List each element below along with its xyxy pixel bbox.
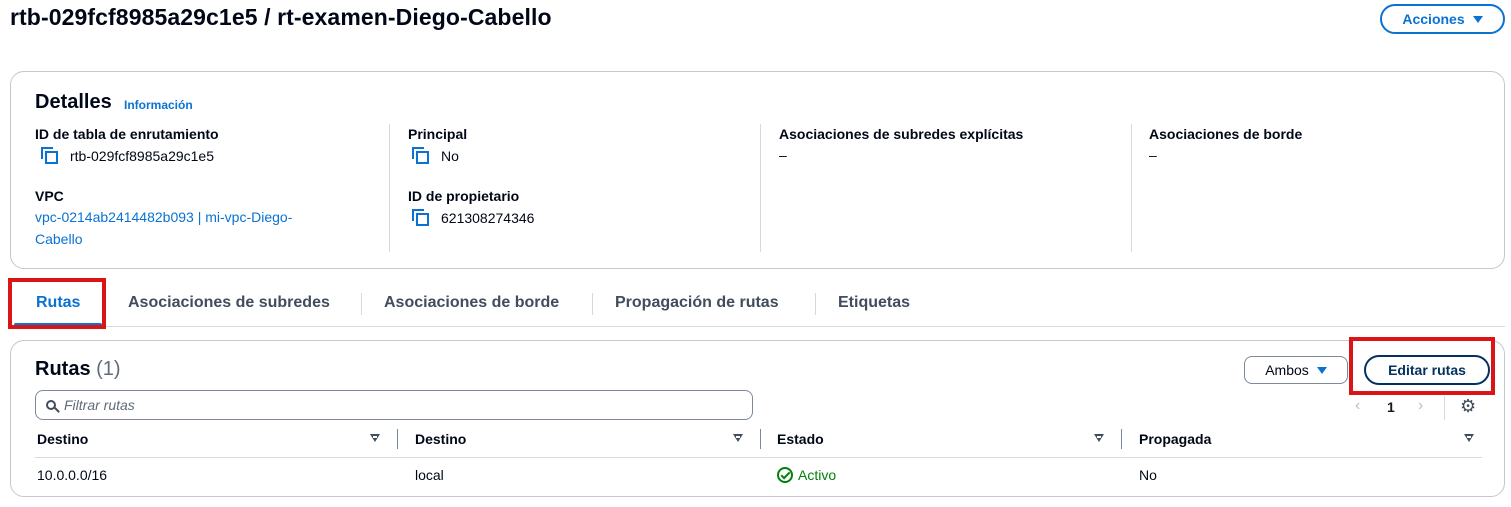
column-header-status[interactable]: Estado: [777, 431, 824, 447]
route-table-id-label: ID de tabla de enrutamiento: [35, 126, 219, 142]
actions-button-label: Acciones: [1402, 11, 1465, 27]
next-page-button[interactable]: ›: [1418, 397, 1423, 415]
owner-id-value: 621308274346: [412, 209, 534, 226]
cell-propagated: No: [1139, 467, 1157, 483]
route-table-id-text: rtb-029fcf8985a29c1e5: [70, 147, 214, 164]
gear-icon[interactable]: ⚙: [1460, 396, 1476, 417]
owner-id-text: 621308274346: [441, 209, 535, 226]
column-divider: [397, 429, 398, 449]
highlight-box-routes-tab: [8, 278, 106, 329]
main-label: Principal: [408, 126, 468, 142]
search-input[interactable]: Filtrar rutas: [35, 390, 753, 420]
copy-icon[interactable]: [412, 147, 429, 164]
routes-count: (1): [96, 358, 121, 380]
column-header-propagated[interactable]: Propagada: [1139, 431, 1211, 447]
column-header-target[interactable]: Destino: [415, 431, 466, 447]
main-text: No: [441, 147, 459, 164]
explicit-subnet-assoc-value: –: [779, 147, 787, 163]
vpc-link-line2: Cabello: [35, 231, 83, 247]
owner-id-label: ID de propietario: [408, 188, 520, 204]
vpc-label: VPC: [35, 188, 64, 204]
prev-page-button[interactable]: ‹: [1355, 397, 1360, 415]
tab-edge-associations[interactable]: Asociaciones de borde: [384, 280, 559, 326]
routes-title-text: Rutas: [35, 358, 91, 380]
tab-route-propagation[interactable]: Propagación de rutas: [615, 280, 779, 326]
tab-tags-label: Etiquetas: [838, 294, 911, 311]
tab-route-propagation-label: Propagación de rutas: [615, 294, 779, 311]
column-divider: [1131, 124, 1132, 252]
actions-button[interactable]: Acciones: [1380, 4, 1505, 34]
tab-divider: [815, 293, 816, 315]
route-table-id-value: rtb-029fcf8985a29c1e5: [41, 147, 214, 164]
column-divider: [760, 429, 761, 449]
page-number[interactable]: 1: [1387, 399, 1395, 415]
sort-caret-icon[interactable]: [1464, 434, 1474, 442]
tab-bar: Rutas Asociaciones de subredes Asociacio…: [10, 280, 1505, 327]
edge-assoc-value: –: [1149, 147, 1157, 163]
column-divider: [389, 124, 390, 252]
chevron-down-icon: [1316, 366, 1327, 374]
sort-caret-icon[interactable]: [370, 434, 380, 442]
column-divider: [1121, 429, 1122, 449]
pager-divider: [1444, 396, 1445, 420]
search-placeholder: Filtrar rutas: [64, 397, 135, 413]
routes-title: Rutas (1): [35, 358, 121, 381]
copy-icon[interactable]: [412, 209, 429, 226]
page-title: rtb-029fcf8985a29c1e5 / rt-examen-Diego-…: [10, 4, 552, 30]
column-divider: [760, 124, 761, 252]
tab-divider: [592, 293, 593, 315]
cell-target: local: [415, 467, 444, 483]
sort-caret-icon[interactable]: [733, 434, 743, 442]
tab-edge-associations-label: Asociaciones de borde: [384, 294, 560, 311]
explicit-subnet-assoc-label: Asociaciones de subredes explícitas: [779, 126, 1024, 142]
check-circle-icon: [777, 467, 793, 483]
copy-icon[interactable]: [41, 147, 58, 164]
tab-divider: [361, 293, 362, 315]
cell-destination: 10.0.0.0/16: [37, 467, 108, 483]
tab-subnet-associations-label: Asociaciones de subredes: [128, 294, 330, 311]
routes-panel: Rutas (1) Ambos Editar rutas Filtrar rut…: [10, 340, 1505, 497]
details-title: Detalles: [35, 91, 112, 113]
table-header-divider: [35, 457, 1482, 458]
vpc-link-line1: vpc-0214ab2414482b093 | mi-vpc-Diego-: [35, 209, 293, 225]
edge-assoc-label: Asociaciones de borde: [1149, 126, 1303, 142]
sort-caret-icon[interactable]: [1094, 434, 1104, 442]
filter-select[interactable]: Ambos: [1244, 356, 1348, 384]
vpc-link[interactable]: vpc-0214ab2414482b093 | mi-vpc-Diego- Ca…: [35, 206, 292, 250]
tab-subnet-associations[interactable]: Asociaciones de subredes: [128, 280, 330, 326]
search-icon: [46, 400, 56, 410]
filter-select-value: Ambos: [1265, 362, 1309, 378]
info-link[interactable]: Información: [124, 98, 193, 112]
main-value: No: [412, 147, 459, 164]
cell-status-text: Activo: [798, 467, 837, 483]
cell-status: Activo: [777, 467, 836, 483]
column-header-destination[interactable]: Destino: [37, 431, 88, 447]
chevron-down-icon: [1472, 15, 1483, 23]
details-panel: Detalles Información ID de tabla de enru…: [10, 71, 1505, 269]
highlight-box-edit-routes: [1349, 337, 1495, 395]
tab-tags[interactable]: Etiquetas: [838, 280, 910, 326]
